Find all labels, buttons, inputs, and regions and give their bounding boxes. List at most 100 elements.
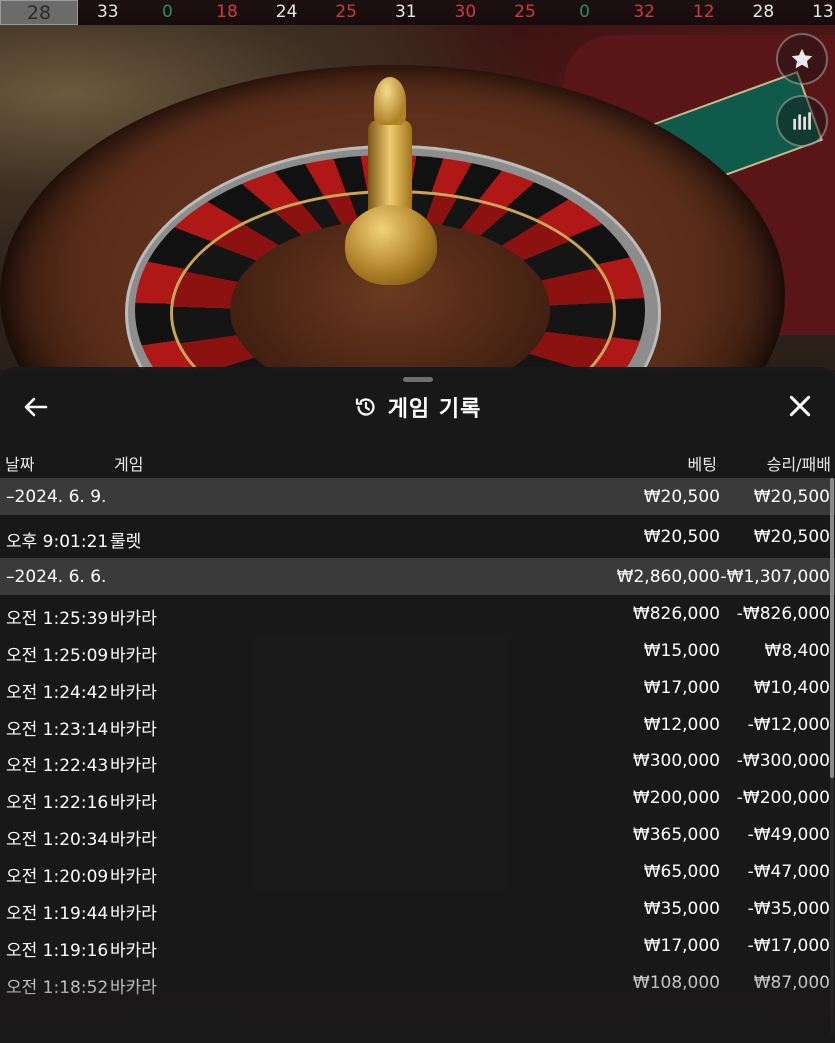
panel-header: 게임 기록 <box>0 389 835 425</box>
history-row[interactable]: 오전 1:20:34 바카라 ₩365,000 -₩49,000 <box>0 816 835 853</box>
row-result: -₩200,000 <box>736 788 830 809</box>
row-time: 오후 9:01:21 <box>6 532 109 552</box>
row-bet: ₩17,000 <box>643 677 720 698</box>
row-bet: ₩826,000 <box>632 603 720 624</box>
scrollbar-thumb[interactable] <box>830 478 834 778</box>
row-game: 바카라 <box>110 719 157 740</box>
group-result-total: -₩1,307,000 <box>720 566 830 587</box>
result-number: 12 <box>692 2 715 22</box>
column-result: 승리/패배 <box>766 455 831 474</box>
date-group-row[interactable]: –2024. 6. 6. ₩2,860,000 -₩1,307,000 <box>0 557 835 595</box>
row-time: 오전 1:18:52 <box>6 977 109 998</box>
row-game: 바카라 <box>110 904 157 925</box>
row-game: 바카라 <box>110 793 157 814</box>
drag-handle[interactable] <box>403 377 433 382</box>
column-headers: 날짜 게임 베팅 승리/패배 <box>0 447 835 474</box>
row-result: -₩49,000 <box>747 825 830 846</box>
result-number: 32 <box>633 2 655 22</box>
latest-result-number: 28 <box>0 0 78 25</box>
row-bet: ₩12,000 <box>643 714 720 735</box>
row-result: ₩87,000 <box>753 972 830 993</box>
star-icon <box>791 48 813 69</box>
group-bet-total: ₩2,860,000 <box>616 566 720 587</box>
column-bet: 베팅 <box>687 455 717 474</box>
history-row[interactable]: 오전 1:18:52 바카라 ₩108,000 ₩87,000 <box>0 964 835 1001</box>
row-game: 바카라 <box>110 756 157 777</box>
result-number: 30 <box>454 2 477 22</box>
favorite-button[interactable] <box>776 33 828 85</box>
history-row[interactable]: 오전 1:19:44 바카라 ₩35,000 -₩35,000 <box>0 890 835 927</box>
panel-title: 게임 기록 <box>387 397 482 422</box>
row-time: 오전 1:19:16 <box>6 940 109 961</box>
row-bet: ₩300,000 <box>632 751 720 772</box>
column-date: 날짜 <box>5 455 35 474</box>
result-number: 31 <box>394 2 417 22</box>
row-bet: ₩17,000 <box>643 935 720 956</box>
history-row[interactable]: 오전 1:22:43 바카라 ₩300,000 -₩300,000 <box>0 742 835 779</box>
result-history-strip: 28 33 0 18 24 25 31 30 25 0 32 12 28 13 <box>0 0 835 25</box>
row-bet: ₩65,000 <box>643 862 720 883</box>
row-game: 바카라 <box>110 682 157 703</box>
history-row[interactable]: 오전 1:20:09 바카라 ₩65,000 -₩47,000 <box>0 853 835 890</box>
row-time: 오전 1:20:34 <box>6 830 109 851</box>
statistics-button[interactable] <box>776 95 828 147</box>
row-result: -₩826,000 <box>736 603 830 624</box>
game-history-panel: 게임 기록 날짜 게임 베팅 승리/패배 –2024. 6. 9. ₩20,500… <box>0 367 835 1043</box>
wheel-spindle-top <box>374 77 406 125</box>
bar-chart-icon <box>793 112 811 130</box>
row-time: 오전 1:23:14 <box>6 719 109 740</box>
history-row[interactable]: 오전 1:25:09 바카라 ₩15,000 ₩8,400 <box>0 632 835 669</box>
row-game: 바카라 <box>110 645 157 666</box>
history-row[interactable]: 오후 9:01:21 룰렛 ₩20,500 ₩20,500 <box>0 518 835 555</box>
row-result: ₩8,400 <box>764 640 830 661</box>
row-result: -₩17,000 <box>747 935 830 956</box>
row-time: 오전 1:22:43 <box>6 756 109 777</box>
row-result: ₩10,400 <box>753 677 830 698</box>
row-time: 오전 1:24:42 <box>6 682 109 703</box>
close-icon[interactable] <box>787 393 813 419</box>
group-result-total: ₩20,500 <box>753 487 830 507</box>
column-game: 게임 <box>114 455 144 474</box>
row-game: 바카라 <box>110 940 157 961</box>
row-game: 바카라 <box>110 608 157 629</box>
row-game: 바카라 <box>110 830 157 851</box>
result-number: 28 <box>752 2 775 22</box>
row-time: 오전 1:25:09 <box>6 645 109 666</box>
history-icon <box>355 398 375 416</box>
row-bet: ₩15,000 <box>643 640 720 661</box>
row-game: 바카라 <box>110 977 157 998</box>
history-row[interactable]: 오전 1:19:16 바카라 ₩17,000 -₩17,000 <box>0 927 835 964</box>
row-bet: ₩365,000 <box>632 825 720 846</box>
group-date: –2024. 6. 6. <box>6 566 107 587</box>
history-row[interactable]: 오전 1:25:39 바카라 ₩826,000 -₩826,000 <box>0 595 835 632</box>
row-bet: ₩200,000 <box>632 788 720 809</box>
roulette-video <box>0 25 835 370</box>
row-bet: ₩108,000 <box>632 972 720 993</box>
row-bet: ₩35,000 <box>643 899 720 920</box>
wheel-spindle-base <box>345 205 437 285</box>
result-number: 33 <box>96 2 119 22</box>
result-number: 0 <box>579 2 590 22</box>
row-result: -₩12,000 <box>747 714 830 735</box>
history-row[interactable]: 오전 1:24:42 바카라 ₩17,000 ₩10,400 <box>0 669 835 706</box>
result-number: 0 <box>161 2 173 22</box>
result-number: 18 <box>216 2 238 22</box>
row-time: 오전 1:25:39 <box>6 608 109 629</box>
result-number: 25 <box>335 2 357 22</box>
history-list[interactable]: –2024. 6. 9. ₩20,500 ₩20,500 오후 9:01:21 룰렛 ₩2… <box>0 478 835 1001</box>
row-time: 오전 1:22:16 <box>6 793 109 814</box>
row-result: -₩47,000 <box>747 862 830 883</box>
group-bet-total: ₩20,500 <box>643 487 720 507</box>
row-bet: ₩20,500 <box>643 527 720 547</box>
group-date: –2024. 6. 9. <box>6 487 107 507</box>
history-row[interactable]: 오전 1:22:16 바카라 ₩200,000 -₩200,000 <box>0 779 835 816</box>
result-number: 13 <box>812 2 834 22</box>
row-result: -₩35,000 <box>747 899 830 920</box>
row-result: ₩20,500 <box>753 527 830 547</box>
row-time: 오전 1:20:09 <box>6 867 109 888</box>
row-game: 바카라 <box>110 867 157 888</box>
result-number: 25 <box>514 2 536 22</box>
row-game: 룰렛 <box>110 532 142 552</box>
history-row[interactable]: 오전 1:23:14 바카라 ₩12,000 -₩12,000 <box>0 706 835 743</box>
date-group-row[interactable]: –2024. 6. 9. ₩20,500 ₩20,500 <box>0 478 835 515</box>
